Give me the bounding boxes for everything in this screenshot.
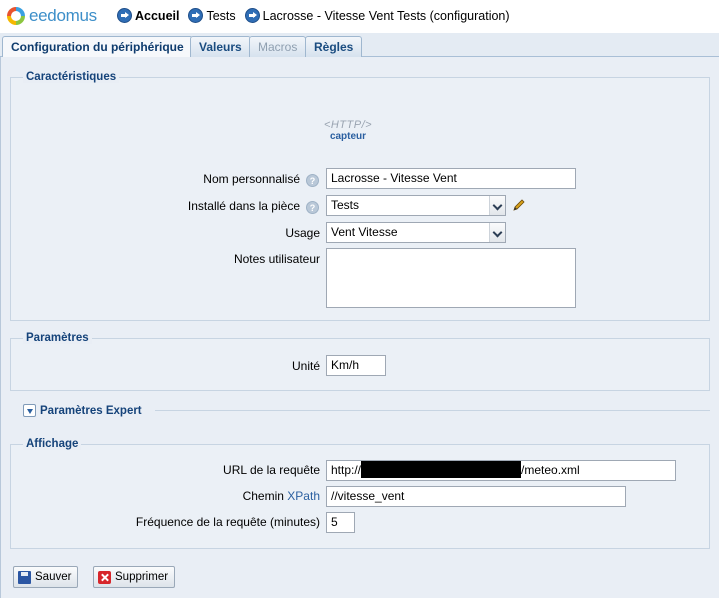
device-type-icon: <HTTP/> capteur xyxy=(318,119,378,142)
save-icon xyxy=(18,570,31,584)
expand-toggle-icon xyxy=(23,404,36,417)
redacted-block xyxy=(361,461,522,478)
save-label: Sauver xyxy=(35,571,72,583)
delete-button[interactable]: Supprimer xyxy=(93,566,176,588)
logo-icon xyxy=(7,7,25,25)
http-icon: <HTTP/> xyxy=(323,119,373,131)
affichage-legend: Affichage xyxy=(23,438,82,450)
arrow-circle-icon xyxy=(244,8,260,23)
usage-label: Usage xyxy=(285,226,320,240)
tab-macros: Macros xyxy=(249,36,307,57)
notes-label: Notes utilisateur xyxy=(233,252,320,266)
chevron-down-icon[interactable] xyxy=(489,196,505,215)
breadcrumb: Accueil Tests Lacrosse - Vitesse Vent Te… xyxy=(117,8,519,23)
url-suffix: /meteo.xml xyxy=(521,463,580,477)
chemin-label: Chemin XPath xyxy=(243,489,320,503)
unite-label: Unité xyxy=(291,359,320,373)
usage-selected-value: Vent Vitesse xyxy=(331,225,398,239)
tab-regles[interactable]: Règles xyxy=(305,36,363,57)
breadcrumb-accueil[interactable]: Accueil xyxy=(117,8,179,23)
nom-input[interactable]: Lacrosse - Vitesse Vent xyxy=(326,168,576,189)
delete-label: Supprimer xyxy=(115,571,169,583)
caracteristiques-legend: Caractéristiques xyxy=(23,71,120,83)
chemin-input[interactable]: //vitesse_vent xyxy=(326,486,626,507)
piece-select[interactable]: Tests xyxy=(326,195,506,216)
divider xyxy=(155,410,710,411)
frequence-label: Fréquence de la requête (minutes) xyxy=(135,515,320,529)
logo-text: eedomus xyxy=(29,6,97,25)
breadcrumb-device[interactable]: Lacrosse - Vitesse Vent Tests (configura… xyxy=(244,8,510,23)
notes-textarea[interactable] xyxy=(326,248,576,308)
url-prefix: http:// xyxy=(331,463,362,477)
tab-valeurs[interactable]: Valeurs xyxy=(190,36,251,57)
content-area: Caractéristiques <HTTP/> capteur Nom per… xyxy=(0,57,719,598)
pencil-icon[interactable] xyxy=(512,198,526,212)
tab-configuration[interactable]: Configuration du périphérique xyxy=(2,36,193,58)
chemin-label-text: Chemin xyxy=(242,489,284,503)
url-input[interactable]: http:// /meteo.xml xyxy=(326,460,676,481)
chevron-down-icon[interactable] xyxy=(489,223,505,242)
breadcrumb-label: Lacrosse - Vitesse Vent Tests (configura… xyxy=(262,8,510,23)
eedomus-logo[interactable]: eedomus xyxy=(7,6,97,26)
usage-select[interactable]: Vent Vitesse xyxy=(326,222,506,243)
xpath-link[interactable]: XPath xyxy=(287,489,320,503)
frequence-input[interactable]: 5 xyxy=(326,512,355,533)
breadcrumb-label: Tests xyxy=(206,8,236,23)
arrow-circle-icon xyxy=(117,8,132,23)
expert-label: Paramètres Expert xyxy=(40,404,142,417)
breadcrumb-tests[interactable]: Tests xyxy=(188,8,236,23)
help-icon[interactable]: ? xyxy=(306,201,319,214)
unite-input[interactable]: Km/h xyxy=(326,355,386,376)
nom-label: Nom personnalisé xyxy=(203,172,300,186)
url-label: URL de la requête xyxy=(223,463,320,477)
arrow-circle-icon xyxy=(188,8,204,23)
save-button[interactable]: Sauver xyxy=(13,566,79,588)
piece-selected-value: Tests xyxy=(331,198,360,212)
help-icon[interactable]: ? xyxy=(306,174,319,187)
device-type-caption: capteur xyxy=(329,131,367,142)
piece-label: Installé dans la pièce xyxy=(187,199,300,213)
delete-icon xyxy=(98,570,111,584)
tab-bar: Configuration du périphérique Valeurs Ma… xyxy=(0,33,719,58)
top-bar: eedomus Accueil Tests Lacrosse - Vitesse… xyxy=(0,0,719,33)
breadcrumb-label: Accueil xyxy=(135,8,180,23)
parametres-legend: Paramètres xyxy=(23,332,92,344)
expert-toggle[interactable]: Paramètres Expert xyxy=(23,404,142,417)
